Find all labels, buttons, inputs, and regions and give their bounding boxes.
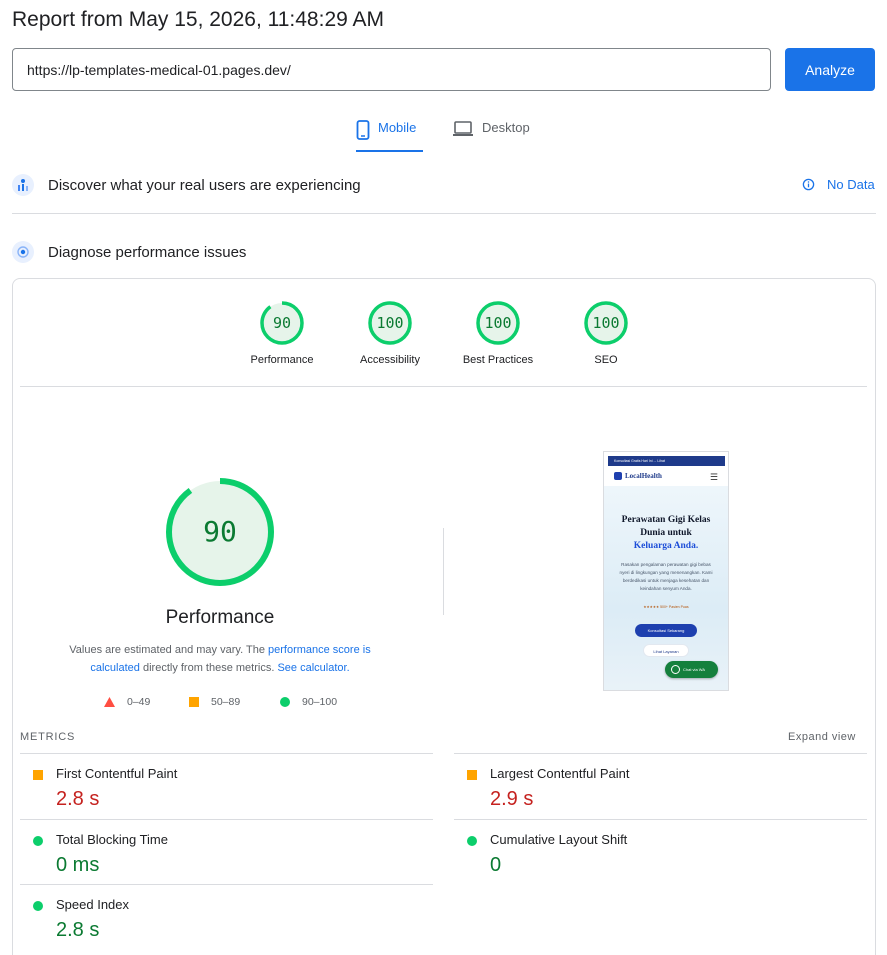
metric-fcp-value: 2.8 s xyxy=(56,788,100,810)
gauges-divider xyxy=(20,386,867,387)
tab-mobile[interactable]: Mobile xyxy=(356,112,423,152)
desc-text-2: directly from these metrics. xyxy=(139,662,278,674)
tab-mobile-label: Mobile xyxy=(378,120,417,135)
performance-big-gauge: 90 xyxy=(166,478,274,586)
menu-icon: ☰ xyxy=(709,472,718,482)
performance-label: Performance xyxy=(250,354,314,366)
report-title: Report from May 15, 2026, 11:48:29 AM xyxy=(12,8,384,31)
metric-si: Speed Index 2.8 s xyxy=(20,884,433,950)
info-icon xyxy=(802,178,815,191)
diagnose-icon xyxy=(12,241,34,263)
legend-good: 90–100 xyxy=(280,696,337,708)
hero-headline-3: Keluarga Anda. xyxy=(633,541,699,551)
metric-si-name: Speed Index xyxy=(56,897,130,912)
desc-text-1: Values are estimated and may vary. The xyxy=(69,644,268,656)
legend-average: 50–89 xyxy=(189,696,240,708)
page-screenshot: Konsultasi Gratis Hari Ini ... Lihat Loc… xyxy=(603,451,729,691)
see-calculator-link[interactable]: See calculator. xyxy=(277,662,349,674)
legend-poor: 0–49 xyxy=(104,696,150,708)
legend-poor-label: 0–49 xyxy=(127,696,151,708)
no-data-label: No Data xyxy=(827,177,875,192)
tab-desktop-label: Desktop xyxy=(482,120,530,135)
screenshot-logo: LocalHealth xyxy=(614,472,662,480)
square-icon xyxy=(467,770,477,780)
hero-cta-primary: Konsultasi Sekarang xyxy=(635,624,697,637)
field-data-section: Discover what your real users are experi… xyxy=(12,174,876,196)
field-data-title: Discover what your real users are experi… xyxy=(48,176,361,194)
gauge-seo[interactable]: 100 SEO xyxy=(552,300,660,366)
circle-icon xyxy=(33,836,43,846)
performance-score: 90 xyxy=(273,314,291,332)
url-input[interactable] xyxy=(12,48,771,91)
square-icon xyxy=(189,697,199,707)
expand-view-link[interactable]: Expand view xyxy=(788,731,856,743)
metric-tbt-value: 0 ms xyxy=(56,854,100,876)
metric-lcp-value: 2.9 s xyxy=(490,788,534,810)
hero-headline-2: Dunia untuk xyxy=(640,528,692,538)
best-practices-label: Best Practices xyxy=(462,354,534,366)
performance-big-score: 90 xyxy=(203,515,237,548)
analyze-button[interactable]: Analyze xyxy=(785,48,875,91)
seo-score: 100 xyxy=(592,314,619,332)
chat-label: Chat via WA xyxy=(683,667,706,672)
square-icon xyxy=(33,770,43,780)
metric-si-value: 2.8 s xyxy=(56,919,100,941)
section-divider xyxy=(12,213,876,214)
laptop-icon xyxy=(453,121,473,136)
logo-text: LocalHealth xyxy=(625,472,662,480)
gauge-accessibility[interactable]: 100 Accessibility xyxy=(336,300,444,366)
metric-cls-name: Cumulative Layout Shift xyxy=(490,832,628,847)
performance-gauge-ring: 90 xyxy=(260,301,304,345)
legend-average-label: 50–89 xyxy=(211,696,241,708)
users-chart-icon xyxy=(12,174,34,196)
best-practices-gauge-ring: 100 xyxy=(476,301,520,345)
mobile-icon xyxy=(356,120,370,140)
diagnose-title: Diagnose performance issues xyxy=(48,243,247,261)
circle-icon xyxy=(33,901,43,911)
performance-description: Values are estimated and may vary. The p… xyxy=(50,641,390,677)
accessibility-label: Accessibility xyxy=(360,354,420,366)
metric-lcp: Largest Contentful Paint 2.9 s xyxy=(454,753,867,819)
tab-desktop[interactable]: Desktop xyxy=(452,112,542,152)
metrics-label: METRICS xyxy=(20,731,76,743)
metric-fcp-name: First Contentful Paint xyxy=(56,766,178,781)
no-data-link[interactable]: No Data xyxy=(802,177,875,192)
logo-icon xyxy=(614,472,622,480)
vertical-divider xyxy=(443,528,444,615)
accessibility-gauge-ring: 100 xyxy=(368,301,412,345)
metric-cls-value: 0 xyxy=(490,854,502,876)
screenshot-hero: Perawatan Gigi Kelas Dunia untuk Keluarg… xyxy=(604,486,728,690)
circle-icon xyxy=(467,836,477,846)
metric-tbt: Total Blocking Time 0 ms xyxy=(20,819,433,885)
gauge-performance[interactable]: 90 Performance xyxy=(228,300,336,366)
triangle-icon xyxy=(104,697,115,707)
seo-gauge-ring: 100 xyxy=(584,301,628,345)
metric-lcp-name: Largest Contentful Paint xyxy=(490,766,630,781)
hero-cta-secondary: Lihat Layanan xyxy=(643,644,689,657)
diagnose-section: Diagnose performance issues xyxy=(12,241,876,263)
hero-body: Rasakan pengalaman perawatan gigi bebas … xyxy=(619,562,713,591)
accessibility-score: 100 xyxy=(376,314,403,332)
hero-chat-button: Chat via WA xyxy=(665,661,718,678)
hero-rating: ★★★★★ 500+ Pasien Puas xyxy=(643,605,689,609)
hero-headline-1: Perawatan Gigi Kelas xyxy=(621,515,711,525)
seo-label: SEO xyxy=(594,354,618,366)
best-practices-score: 100 xyxy=(484,314,511,332)
screenshot-topbar: Konsultasi Gratis Hari Ini ... Lihat xyxy=(608,456,725,466)
metric-tbt-name: Total Blocking Time xyxy=(56,832,168,847)
performance-title: Performance xyxy=(165,607,275,628)
whatsapp-icon xyxy=(671,665,680,674)
metric-cls: Cumulative Layout Shift 0 xyxy=(454,819,867,885)
metric-fcp: First Contentful Paint 2.8 s xyxy=(20,753,433,819)
circle-icon xyxy=(280,697,290,707)
gauge-best-practices[interactable]: 100 Best Practices xyxy=(444,300,552,366)
legend-good-label: 90–100 xyxy=(302,696,338,708)
